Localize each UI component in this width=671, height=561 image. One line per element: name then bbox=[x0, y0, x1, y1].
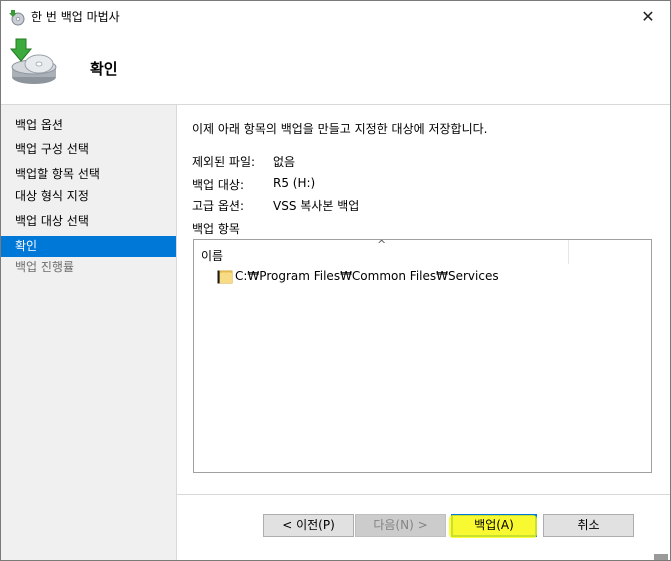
backup-items-list[interactable]: 이름 ^ C:₩Program Files₩Common Files₩Servi… bbox=[193, 238, 652, 473]
wizard-sidebar: 백업 옵션 백업 구성 선택 백업할 항목 선택 대상 형식 지정 백업 대상 … bbox=[1, 105, 177, 560]
sort-ascending-icon: ^ bbox=[377, 238, 387, 251]
page-title: 확인 bbox=[90, 60, 118, 78]
folder-icon bbox=[217, 268, 233, 284]
footer-divider bbox=[177, 494, 670, 495]
cancel-button[interactable]: 취소 bbox=[543, 514, 634, 537]
cancel-button-label: 취소 bbox=[577, 518, 600, 532]
advanced-options-value: VSS 복사본 백업 bbox=[273, 199, 360, 213]
column-header-name[interactable]: 이름 ^ bbox=[194, 238, 569, 264]
list-item-path: C:₩Program Files₩Common Files₩Services bbox=[235, 269, 499, 283]
sidebar-item-backup-configuration: 백업 구성 선택 bbox=[15, 142, 89, 156]
window-title: 한 번 백업 마법사 bbox=[31, 10, 120, 24]
backup-disc-icon bbox=[8, 37, 60, 89]
sidebar-item-destination-type: 대상 형식 지정 bbox=[15, 189, 89, 203]
backup-destination-value: R5 (H:) bbox=[273, 176, 316, 190]
backup-items-label: 백업 항목 bbox=[192, 222, 240, 236]
previous-button[interactable]: < 이전(P) bbox=[263, 514, 354, 537]
backup-app-icon bbox=[8, 8, 26, 26]
backup-wizard-window: 한 번 백업 마법사 ✕ 확인 백업 옵션 백업 구성 선택 백업할 항목 선택… bbox=[0, 0, 671, 561]
sidebar-item-select-items: 백업할 항목 선택 bbox=[15, 167, 100, 181]
excluded-files-label: 제외된 파일: bbox=[192, 155, 256, 169]
sidebar-item-confirmation: 확인 bbox=[1, 236, 176, 257]
list-item[interactable]: C:₩Program Files₩Common Files₩Services bbox=[217, 267, 499, 285]
next-button-label: 다음(N) > bbox=[373, 518, 428, 532]
next-button[interactable]: 다음(N) > bbox=[355, 514, 446, 537]
close-icon: ✕ bbox=[641, 6, 655, 26]
excluded-files-value: 없음 bbox=[273, 155, 296, 169]
confirmation-panel: 이제 아래 항목의 백업을 만들고 지정한 대상에 저장합니다. 제외된 파일:… bbox=[177, 105, 670, 560]
backup-button-label: 백업(A) bbox=[474, 518, 514, 532]
resize-grip-icon[interactable] bbox=[654, 554, 668, 560]
advanced-options-label: 고급 옵션: bbox=[192, 199, 245, 213]
sidebar-item-backup-destination: 백업 대상 선택 bbox=[15, 214, 89, 228]
column-name-label: 이름 bbox=[201, 249, 224, 263]
previous-button-label: < 이전(P) bbox=[282, 518, 335, 532]
backup-button[interactable]: 백업(A) bbox=[449, 514, 537, 538]
wizard-header: 확인 bbox=[1, 31, 670, 104]
backup-destination-label: 백업 대상: bbox=[192, 178, 245, 192]
sidebar-item-backup-options: 백업 옵션 bbox=[15, 118, 63, 132]
close-button[interactable]: ✕ bbox=[626, 1, 670, 31]
intro-text: 이제 아래 항목의 백업을 만들고 지정한 대상에 저장합니다. bbox=[192, 122, 488, 136]
title-bar: 한 번 백업 마법사 ✕ bbox=[1, 1, 670, 31]
sidebar-item-backup-progress: 백업 진행률 bbox=[15, 260, 75, 274]
